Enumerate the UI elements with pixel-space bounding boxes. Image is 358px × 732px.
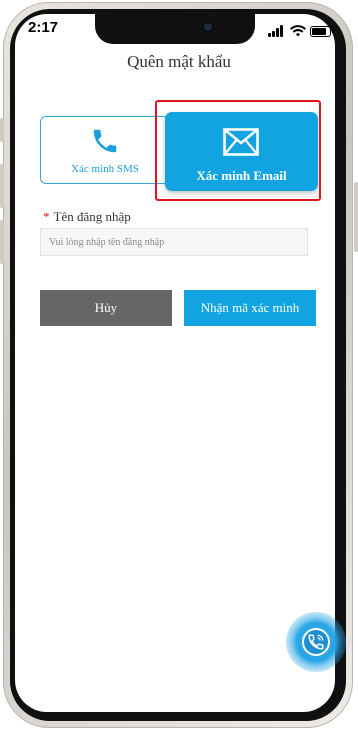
required-mark: * (43, 209, 50, 224)
volume-down-button (0, 220, 4, 264)
camera-icon (204, 23, 212, 31)
username-label-text: Tên đăng nhập (53, 209, 131, 224)
call-support-icon (308, 634, 324, 650)
status-time: 2:17 (28, 19, 59, 36)
volume-up-button (0, 164, 4, 208)
wifi-icon (290, 25, 306, 37)
call-support-button[interactable] (286, 612, 346, 672)
mute-switch (0, 118, 4, 142)
signal-icon (268, 25, 286, 37)
notch (95, 14, 255, 44)
battery-icon (310, 26, 334, 37)
email-verification-option[interactable]: Xác minh Email (165, 112, 318, 191)
power-button (354, 182, 358, 252)
sms-verification-label: Xác minh SMS (71, 163, 139, 175)
phone-icon (93, 129, 117, 153)
sms-verification-option[interactable]: Xác minh SMS (40, 116, 170, 184)
username-input[interactable] (40, 228, 308, 256)
username-label: * Tên đăng nhập (43, 209, 131, 225)
envelope-icon (223, 128, 259, 156)
cancel-button[interactable]: Hủy (40, 290, 172, 326)
get-verification-code-button[interactable]: Nhận mã xác minh (184, 290, 316, 326)
page-title: Quên mật khẩu (127, 52, 231, 71)
email-verification-label: Xác minh Email (196, 168, 287, 183)
